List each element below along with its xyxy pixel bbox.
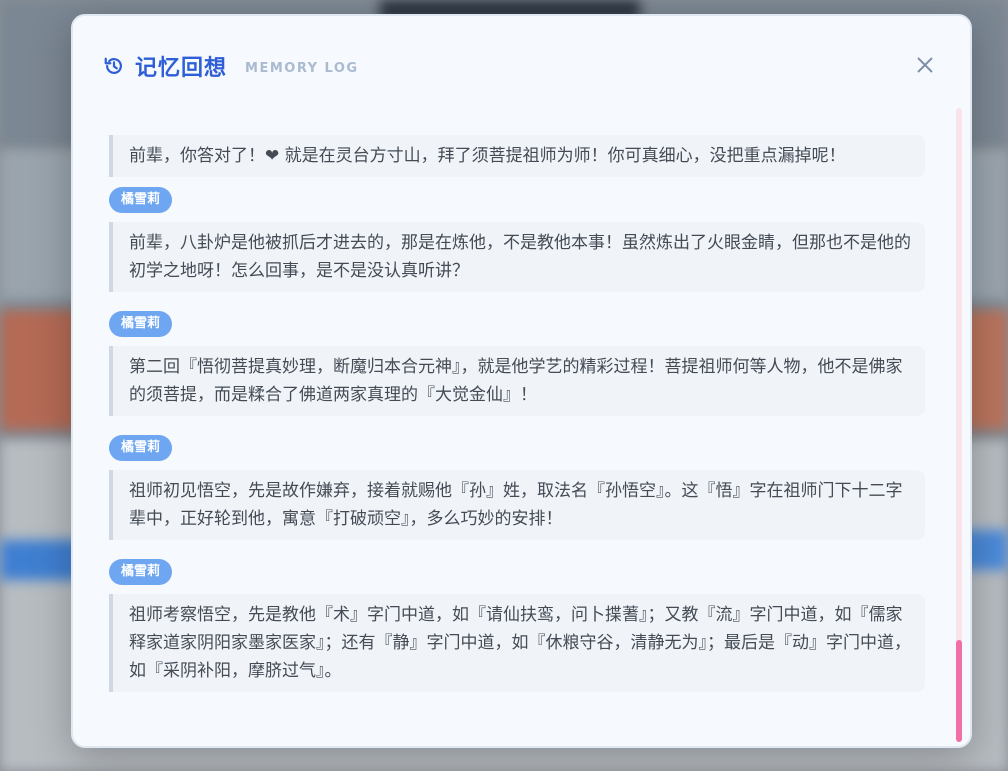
message-text: 祖师初见悟空，先是故作嫌弃，接着就赐他『孙』姓，取法名『孙悟空』。这『悟』字在祖… bbox=[109, 470, 925, 540]
speaker-tag: 橘雪莉 bbox=[109, 435, 173, 461]
dialog-subtitle: MEMORY LOG bbox=[245, 60, 359, 76]
message-text: 第二回『悟彻菩提真妙理，断魔归本合元神』，就是他学艺的精彩过程！菩提祖师何等人物… bbox=[109, 346, 925, 416]
dialog-title: 记忆回想 bbox=[135, 56, 228, 81]
memory-log-dialog: 记忆回想 MEMORY LOG 前辈，你答对了！❤ 就是在灵台方寸山，拜了须菩提… bbox=[71, 14, 972, 748]
memory-log-list[interactable]: 前辈，你答对了！❤ 就是在灵台方寸山，拜了须菩提祖师为师！你可真细心，没把重点漏… bbox=[73, 108, 970, 746]
message-text: 前辈，你答对了！❤ 就是在灵台方寸山，拜了须菩提祖师为师！你可真细心，没把重点漏… bbox=[109, 135, 925, 177]
dialog-header: 记忆回想 MEMORY LOG bbox=[73, 16, 970, 108]
scrollbar-thumb[interactable] bbox=[956, 640, 962, 742]
list-item: 橘雪莉 祖师考察悟空，先是教他『术』字门中道，如『请仙扶鸾，问卜揲蓍』；又教『流… bbox=[109, 559, 925, 692]
speaker-tag: 橘雪莉 bbox=[109, 311, 173, 337]
speaker-tag: 橘雪莉 bbox=[109, 187, 173, 213]
list-item: 橘雪莉 第二回『悟彻菩提真妙理，断魔归本合元神』，就是他学艺的精彩过程！菩提祖师… bbox=[109, 311, 925, 416]
list-item: 橘雪莉 祖师初见悟空，先是故作嫌弃，接着就赐他『孙』姓，取法名『孙悟空』。这『悟… bbox=[109, 435, 925, 540]
message-text: 祖师考察悟空，先是教他『术』字门中道，如『请仙扶鸾，问卜揲蓍』；又教『流』字门中… bbox=[109, 594, 925, 692]
history-icon bbox=[104, 57, 122, 74]
list-item: 橘雪莉 前辈，八卦炉是他被抓后才进去的，那是在炼他，不是教他本事！虽然炼出了火眼… bbox=[109, 187, 925, 292]
list-item: 前辈，你答对了！❤ 就是在灵台方寸山，拜了须菩提祖师为师！你可真细心，没把重点漏… bbox=[109, 108, 925, 177]
close-icon[interactable] bbox=[914, 54, 936, 76]
speaker-tag: 橘雪莉 bbox=[109, 559, 173, 585]
message-text: 前辈，八卦炉是他被抓后才进去的，那是在炼他，不是教他本事！虽然炼出了火眼金睛，但… bbox=[109, 222, 925, 292]
